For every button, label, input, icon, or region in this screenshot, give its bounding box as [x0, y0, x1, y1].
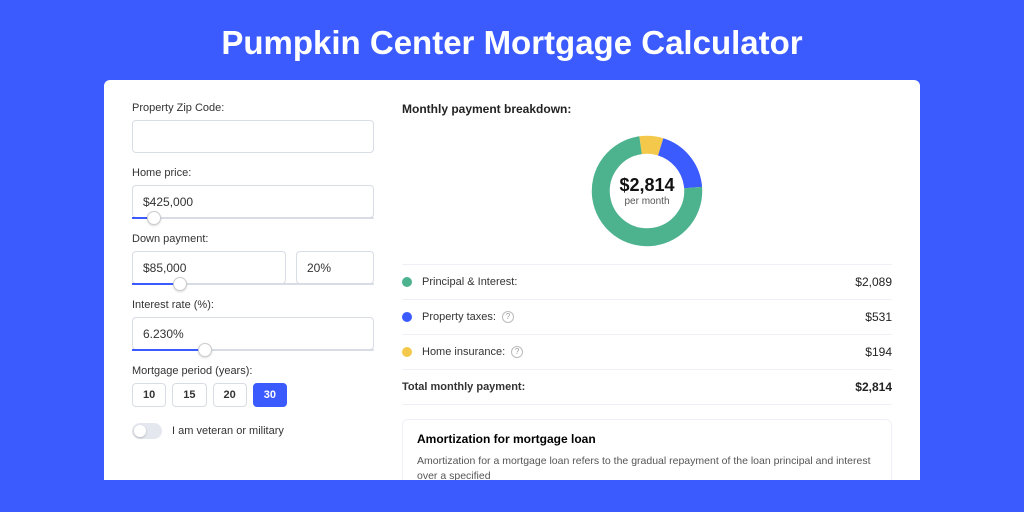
amortization-title: Amortization for mortgage loan	[417, 432, 877, 446]
interest-label: Interest rate (%):	[132, 299, 374, 311]
calculator-card: Property Zip Code: Home price: Down paym…	[104, 80, 920, 480]
donut-center: $2,814 per month	[586, 130, 708, 252]
down-payment-slider[interactable]	[132, 283, 374, 285]
breakdown-row: Principal & Interest: $2,089	[402, 265, 892, 300]
home-price-slider[interactable]	[132, 217, 374, 219]
donut-amount: $2,814	[619, 175, 674, 196]
period-option-30[interactable]: 30	[253, 383, 287, 407]
zip-field: Property Zip Code:	[132, 102, 374, 153]
down-payment-pct-input[interactable]	[296, 251, 374, 284]
breakdown-label: Principal & Interest:	[422, 276, 517, 288]
period-option-10[interactable]: 10	[132, 383, 166, 407]
amortization-box: Amortization for mortgage loan Amortizat…	[402, 419, 892, 480]
zip-input[interactable]	[132, 120, 374, 153]
home-price-slider-thumb[interactable]	[147, 211, 161, 225]
breakdown-value: $194	[865, 345, 892, 359]
home-price-label: Home price:	[132, 167, 374, 179]
breakdown-row: Property taxes:? $531	[402, 300, 892, 335]
donut-sub: per month	[624, 196, 669, 207]
amortization-text: Amortization for a mortgage loan refers …	[417, 454, 877, 480]
veteran-label: I am veteran or military	[172, 425, 284, 437]
breakdown-row: Home insurance:? $194	[402, 335, 892, 370]
down-payment-slider-thumb[interactable]	[173, 277, 187, 291]
interest-slider-thumb[interactable]	[198, 343, 212, 357]
breakdown-list: Principal & Interest: $2,089 Property taxe…	[402, 264, 892, 405]
period-option-20[interactable]: 20	[213, 383, 247, 407]
breakdown-panel: Monthly payment breakdown: $2,814 per mo…	[402, 102, 892, 480]
donut-chart-wrap: $2,814 per month	[402, 126, 892, 264]
veteran-toggle[interactable]	[132, 423, 162, 439]
zip-label: Property Zip Code:	[132, 102, 374, 114]
breakdown-title: Monthly payment breakdown:	[402, 102, 892, 116]
page-title: Pumpkin Center Mortgage Calculator	[0, 0, 1024, 80]
down-payment-label: Down payment:	[132, 233, 374, 245]
breakdown-label: Home insurance:	[422, 346, 505, 358]
interest-field: Interest rate (%):	[132, 299, 374, 351]
legend-swatch	[402, 277, 412, 287]
period-field: Mortgage period (years): 1015 2030	[132, 365, 374, 407]
interest-slider-fill	[132, 349, 205, 351]
help-icon[interactable]: ?	[511, 346, 523, 358]
veteran-row: I am veteran or military	[132, 423, 374, 439]
legend-swatch	[402, 347, 412, 357]
breakdown-label: Property taxes:	[422, 311, 496, 323]
period-segment: 1015 2030	[132, 383, 374, 407]
breakdown-total-label: Total monthly payment:	[402, 381, 525, 393]
interest-slider[interactable]	[132, 349, 374, 351]
breakdown-value: $2,089	[855, 275, 892, 289]
interest-input[interactable]	[132, 317, 374, 350]
period-option-15[interactable]: 15	[172, 383, 206, 407]
veteran-toggle-knob	[134, 425, 146, 437]
down-payment-input[interactable]	[132, 251, 286, 284]
donut-chart: $2,814 per month	[586, 130, 708, 252]
breakdown-total-row: Total monthly payment: $2,814	[402, 370, 892, 405]
home-price-field: Home price:	[132, 167, 374, 219]
help-icon[interactable]: ?	[502, 311, 514, 323]
form-panel: Property Zip Code: Home price: Down paym…	[132, 102, 374, 480]
period-label: Mortgage period (years):	[132, 365, 374, 377]
legend-swatch	[402, 312, 412, 322]
down-payment-field: Down payment:	[132, 233, 374, 285]
breakdown-total-value: $2,814	[855, 380, 892, 394]
breakdown-value: $531	[865, 310, 892, 324]
home-price-input[interactable]	[132, 185, 374, 218]
